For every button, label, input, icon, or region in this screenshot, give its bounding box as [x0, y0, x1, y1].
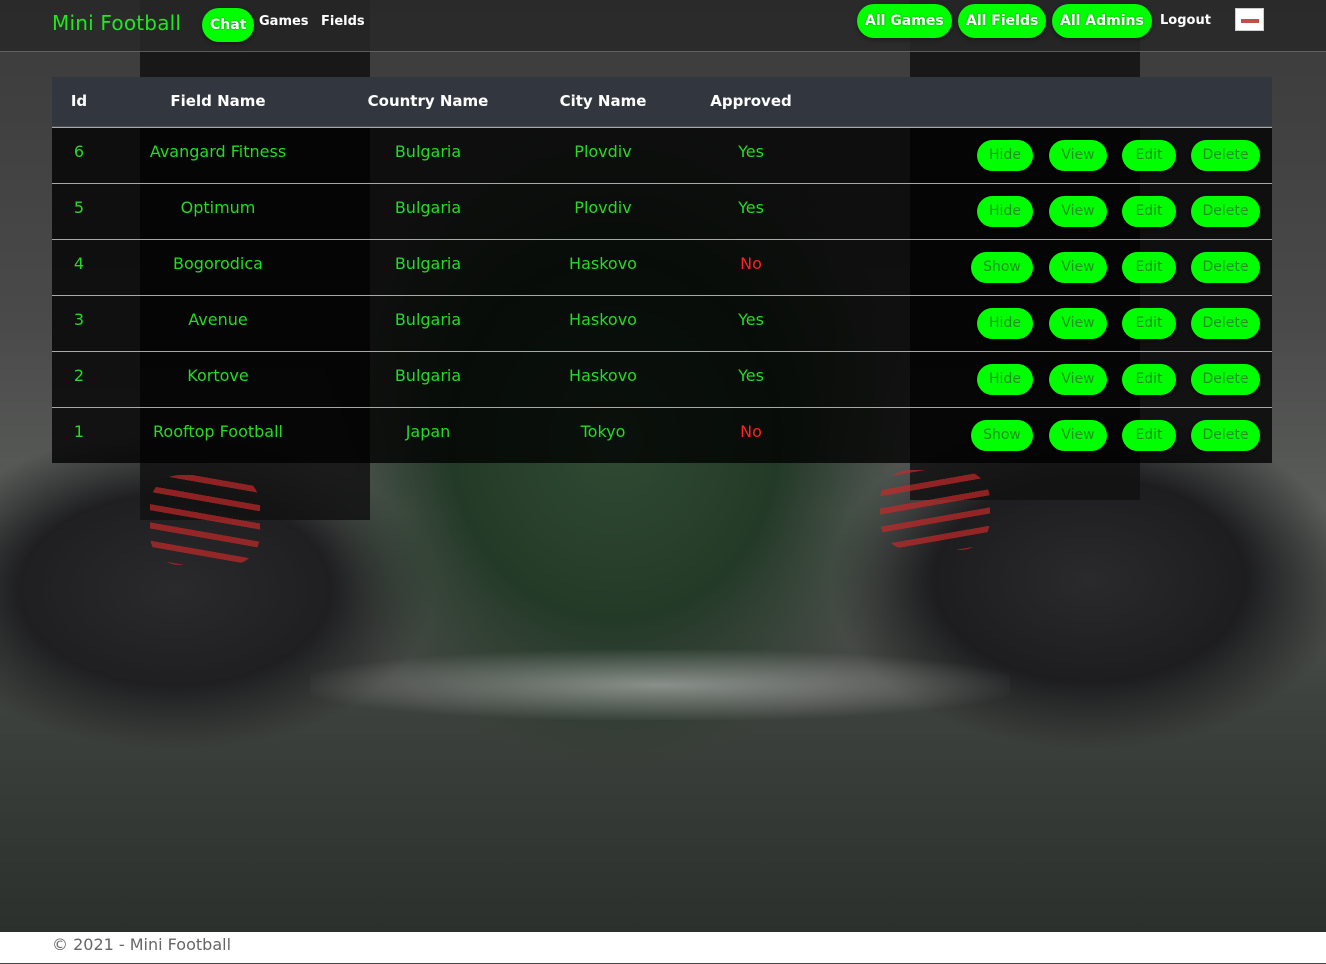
cell-country-name: Bulgaria — [394, 366, 462, 385]
nav-fields-link[interactable]: Fields — [321, 14, 365, 29]
avatar[interactable] — [1235, 8, 1264, 31]
table-row: 4 Bogorodica Bulgaria Haskovo No Show View Edit… — [52, 239, 1272, 295]
cell-city-name: Haskovo — [569, 366, 637, 385]
cell-field-name: Avenue — [188, 310, 248, 329]
edit-button[interactable]: Edit — [1122, 252, 1176, 283]
table-row: 3 Avenue Bulgaria Haskovo Yes Hide View Edit Del… — [52, 295, 1272, 351]
table-row: 1 Rooftop Football Japan Tokyo No Show View Edi… — [52, 407, 1272, 463]
view-button[interactable]: View — [1049, 252, 1107, 283]
cell-field-name: Rooftop Football — [153, 422, 283, 441]
delete-button[interactable]: Delete — [1191, 364, 1260, 395]
cell-id: 4 — [73, 254, 85, 273]
delete-button[interactable]: Delete — [1191, 140, 1260, 171]
view-button[interactable]: View — [1049, 308, 1107, 339]
header-city-name: City Name — [559, 92, 647, 110]
brand-logo[interactable]: Mini Football — [52, 11, 181, 35]
cell-approved: No — [740, 422, 762, 441]
edit-button[interactable]: Edit — [1122, 308, 1176, 339]
footer-copyright: © 2021 - Mini Football — [52, 935, 232, 954]
hide-button[interactable]: Hide — [977, 140, 1033, 171]
nav-chat-button[interactable]: Chat — [202, 8, 255, 42]
all-games-button[interactable]: All Games — [857, 4, 952, 38]
logout-link[interactable]: Logout — [1160, 13, 1211, 28]
delete-button[interactable]: Delete — [1191, 196, 1260, 227]
cell-id: 1 — [73, 422, 85, 441]
fields-table: Id Field Name Country Name City Name App… — [52, 77, 1272, 463]
cell-approved: Yes — [738, 366, 764, 385]
delete-button[interactable]: Delete — [1191, 420, 1260, 451]
show-button[interactable]: Show — [971, 420, 1033, 451]
cell-city-name: Haskovo — [569, 310, 637, 329]
cell-city-name: Tokyo — [580, 422, 626, 441]
nav-games-link[interactable]: Games — [259, 14, 309, 29]
cell-approved: Yes — [738, 198, 764, 217]
all-fields-button[interactable]: All Fields — [958, 4, 1047, 38]
pitch-chalk-mark — [310, 650, 1010, 720]
cell-country-name: Bulgaria — [394, 254, 462, 273]
edit-button[interactable]: Edit — [1122, 364, 1176, 395]
table-row: 5 Optimum Bulgaria Plovdiv Yes Hide View Edit De… — [52, 183, 1272, 239]
cell-city-name: Haskovo — [569, 254, 637, 273]
cell-country-name: Bulgaria — [394, 142, 462, 161]
shoe-laces-right — [880, 470, 990, 550]
footer: © 2021 - Mini Football — [0, 932, 1326, 964]
cell-id: 6 — [73, 142, 85, 161]
delete-button[interactable]: Delete — [1191, 308, 1260, 339]
header-id: Id — [70, 92, 88, 110]
shoe-laces-left — [150, 475, 260, 565]
cell-country-name: Japan — [405, 422, 451, 441]
hide-button[interactable]: Hide — [977, 196, 1033, 227]
edit-button[interactable]: Edit — [1122, 140, 1176, 171]
view-button[interactable]: View — [1049, 196, 1107, 227]
cell-id: 3 — [73, 310, 85, 329]
show-button[interactable]: Show — [971, 252, 1033, 283]
cell-field-name: Kortove — [187, 366, 249, 385]
cell-id: 2 — [73, 366, 85, 385]
cell-field-name: Bogorodica — [173, 254, 263, 273]
view-button[interactable]: View — [1049, 364, 1107, 395]
cell-field-name: Optimum — [180, 198, 256, 217]
hide-button[interactable]: Hide — [977, 364, 1033, 395]
edit-button[interactable]: Edit — [1122, 196, 1176, 227]
header-approved: Approved — [710, 92, 792, 110]
cell-country-name: Bulgaria — [394, 310, 462, 329]
edit-button[interactable]: Edit — [1122, 420, 1176, 451]
cell-approved: No — [740, 254, 762, 273]
navbar: Mini Football Chat Games Fields All Game… — [0, 0, 1326, 52]
header-field-name: Field Name — [170, 92, 266, 110]
all-admins-button[interactable]: All Admins — [1052, 4, 1152, 38]
cell-approved: Yes — [738, 142, 764, 161]
table-row: 2 Kortove Bulgaria Haskovo Yes Hide View Edit De… — [52, 351, 1272, 407]
view-button[interactable]: View — [1049, 140, 1107, 171]
cell-field-name: Avangard Fitness — [149, 142, 287, 161]
delete-button[interactable]: Delete — [1191, 252, 1260, 283]
cell-approved: Yes — [738, 310, 764, 329]
cell-city-name: Plovdiv — [574, 198, 632, 217]
table-header: Id Field Name Country Name City Name App… — [52, 77, 1272, 127]
cell-country-name: Bulgaria — [394, 198, 462, 217]
header-country-name: Country Name — [367, 92, 489, 110]
hide-button[interactable]: Hide — [977, 308, 1033, 339]
view-button[interactable]: View — [1049, 420, 1107, 451]
cell-city-name: Plovdiv — [574, 142, 632, 161]
cell-id: 5 — [73, 198, 85, 217]
table-row: 6 Avangard Fitness Bulgaria Plovdiv Yes Hide V… — [52, 127, 1272, 183]
